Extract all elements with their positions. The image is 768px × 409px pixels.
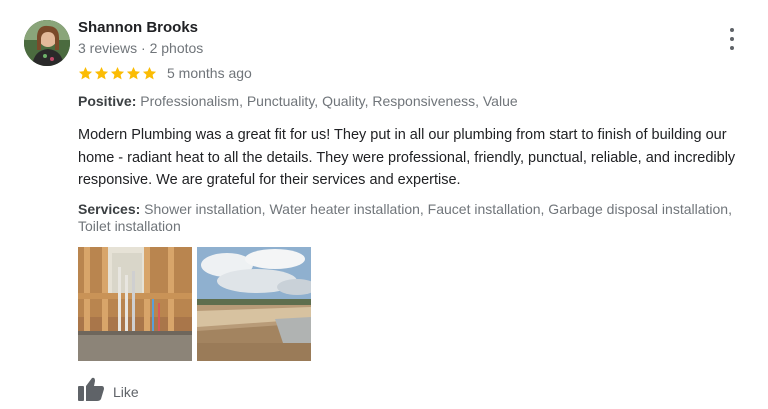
like-button[interactable]: Like xyxy=(78,377,139,406)
rating-row: 5 months ago xyxy=(78,65,252,81)
positive-value: Professionalism, Punctuality, Quality, R… xyxy=(140,93,518,109)
like-label: Like xyxy=(113,383,139,400)
review-text: Modern Plumbing was a great fit for us! … xyxy=(78,127,736,188)
review-time: 5 months ago xyxy=(167,65,252,81)
star-icon xyxy=(126,66,141,79)
thumb-up-icon xyxy=(78,377,104,406)
services-label: Services: xyxy=(78,201,141,217)
star-rating xyxy=(78,66,157,81)
services: Services: Shower installation, Water hea… xyxy=(78,201,738,235)
photo-site-landscape[interactable] xyxy=(197,247,311,361)
reviewer-meta: 3 reviews · 2 photos xyxy=(78,40,204,56)
reviewer-name[interactable]: Shannon Brooks xyxy=(78,19,198,36)
positive-label: Positive: xyxy=(78,93,137,109)
photo-interior-framing[interactable] xyxy=(78,247,192,361)
star-icon xyxy=(142,66,157,79)
services-value: Shower installation, Water heater instal… xyxy=(78,201,732,234)
review-card: Shannon Brooks 3 reviews · 2 photos 5 mo… xyxy=(0,0,768,409)
star-icon xyxy=(94,66,109,79)
avatar[interactable] xyxy=(24,20,70,66)
star-icon xyxy=(78,66,93,79)
positive-attributes: Positive: Professionalism, Punctuality, … xyxy=(78,93,518,109)
star-icon xyxy=(110,66,125,79)
more-vert-icon[interactable] xyxy=(722,28,742,50)
